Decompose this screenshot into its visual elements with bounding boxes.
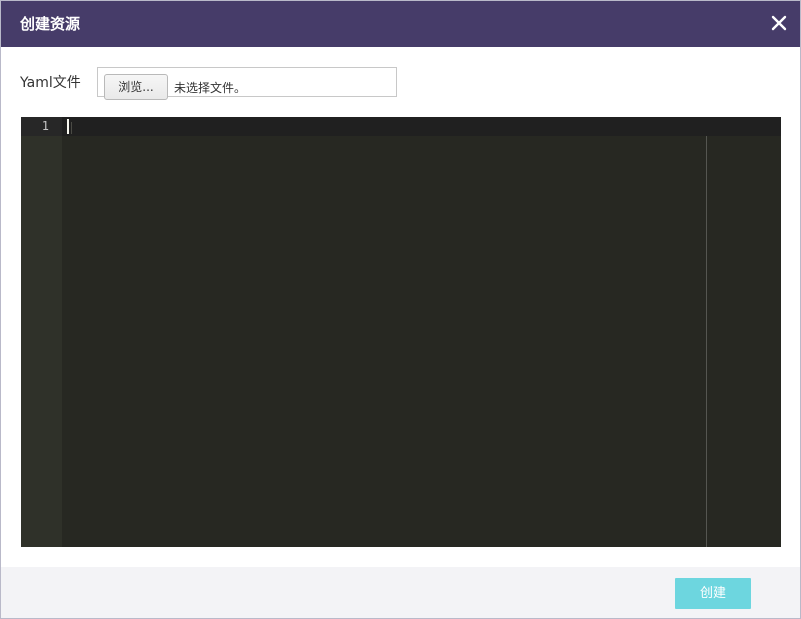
yaml-file-label: Yaml文件 [20, 75, 81, 91]
file-status-text: 未选择文件。 [174, 81, 247, 95]
print-margin-line [706, 136, 707, 547]
cursor-shadow [71, 122, 72, 134]
browse-button[interactable]: 浏览... [104, 74, 168, 100]
create-resource-dialog: 创建资源 Yaml文件 浏览... 未选择文件。 1 创建 [0, 0, 801, 619]
editor-gutter [21, 117, 62, 547]
dialog-title: 创建资源 [20, 15, 81, 33]
line-number: 1 [41, 119, 49, 133]
yaml-file-input[interactable]: 浏览... 未选择文件。 [97, 67, 397, 100]
close-icon [771, 15, 787, 31]
dialog-header: 创建资源 [1, 1, 800, 47]
close-button[interactable] [770, 11, 788, 33]
text-cursor [67, 119, 69, 134]
yaml-code-editor[interactable]: 1 [21, 117, 781, 547]
create-button[interactable]: 创建 [675, 578, 751, 609]
dialog-footer: 创建 [1, 567, 800, 618]
active-line-highlight [21, 117, 781, 136]
